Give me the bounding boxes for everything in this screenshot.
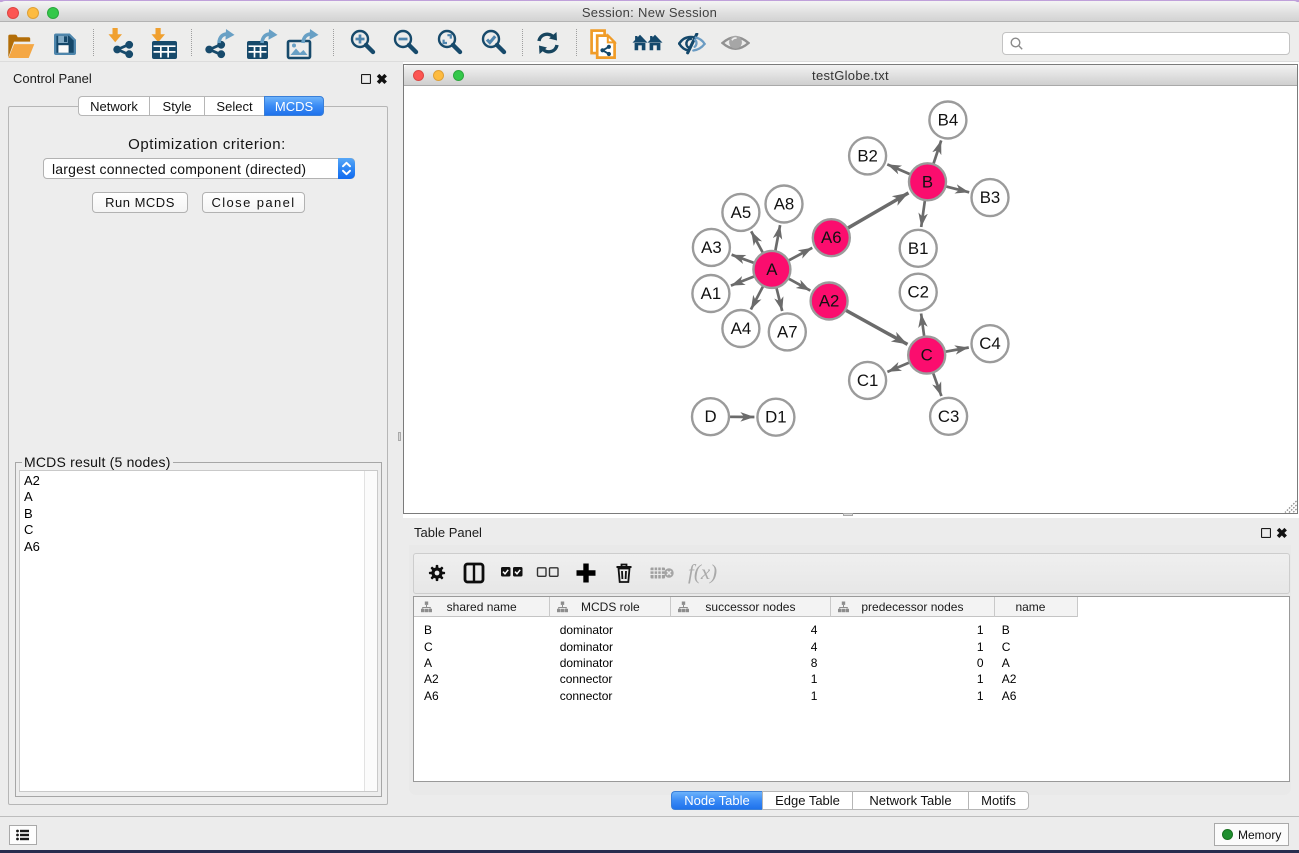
svg-text:B3: B3 (980, 188, 1001, 207)
svg-text:A8: A8 (774, 195, 795, 214)
svg-text:C3: C3 (938, 407, 959, 426)
svg-text:C4: C4 (979, 334, 1000, 353)
svg-text:C2: C2 (907, 283, 928, 302)
svg-text:A: A (766, 260, 778, 279)
svg-text:B1: B1 (908, 239, 929, 258)
svg-text:D: D (704, 407, 716, 426)
svg-text:A3: A3 (701, 238, 722, 257)
svg-text:B: B (922, 172, 933, 191)
svg-text:A7: A7 (777, 322, 798, 341)
svg-text:D1: D1 (765, 408, 786, 427)
svg-text:B2: B2 (857, 146, 878, 165)
svg-text:A2: A2 (819, 292, 840, 311)
svg-text:A6: A6 (821, 228, 842, 247)
svg-text:B4: B4 (938, 111, 959, 130)
svg-text:C1: C1 (857, 371, 878, 390)
svg-text:A4: A4 (731, 319, 752, 338)
svg-text:C: C (921, 346, 933, 365)
svg-text:A1: A1 (701, 284, 722, 303)
svg-text:A5: A5 (731, 203, 752, 222)
